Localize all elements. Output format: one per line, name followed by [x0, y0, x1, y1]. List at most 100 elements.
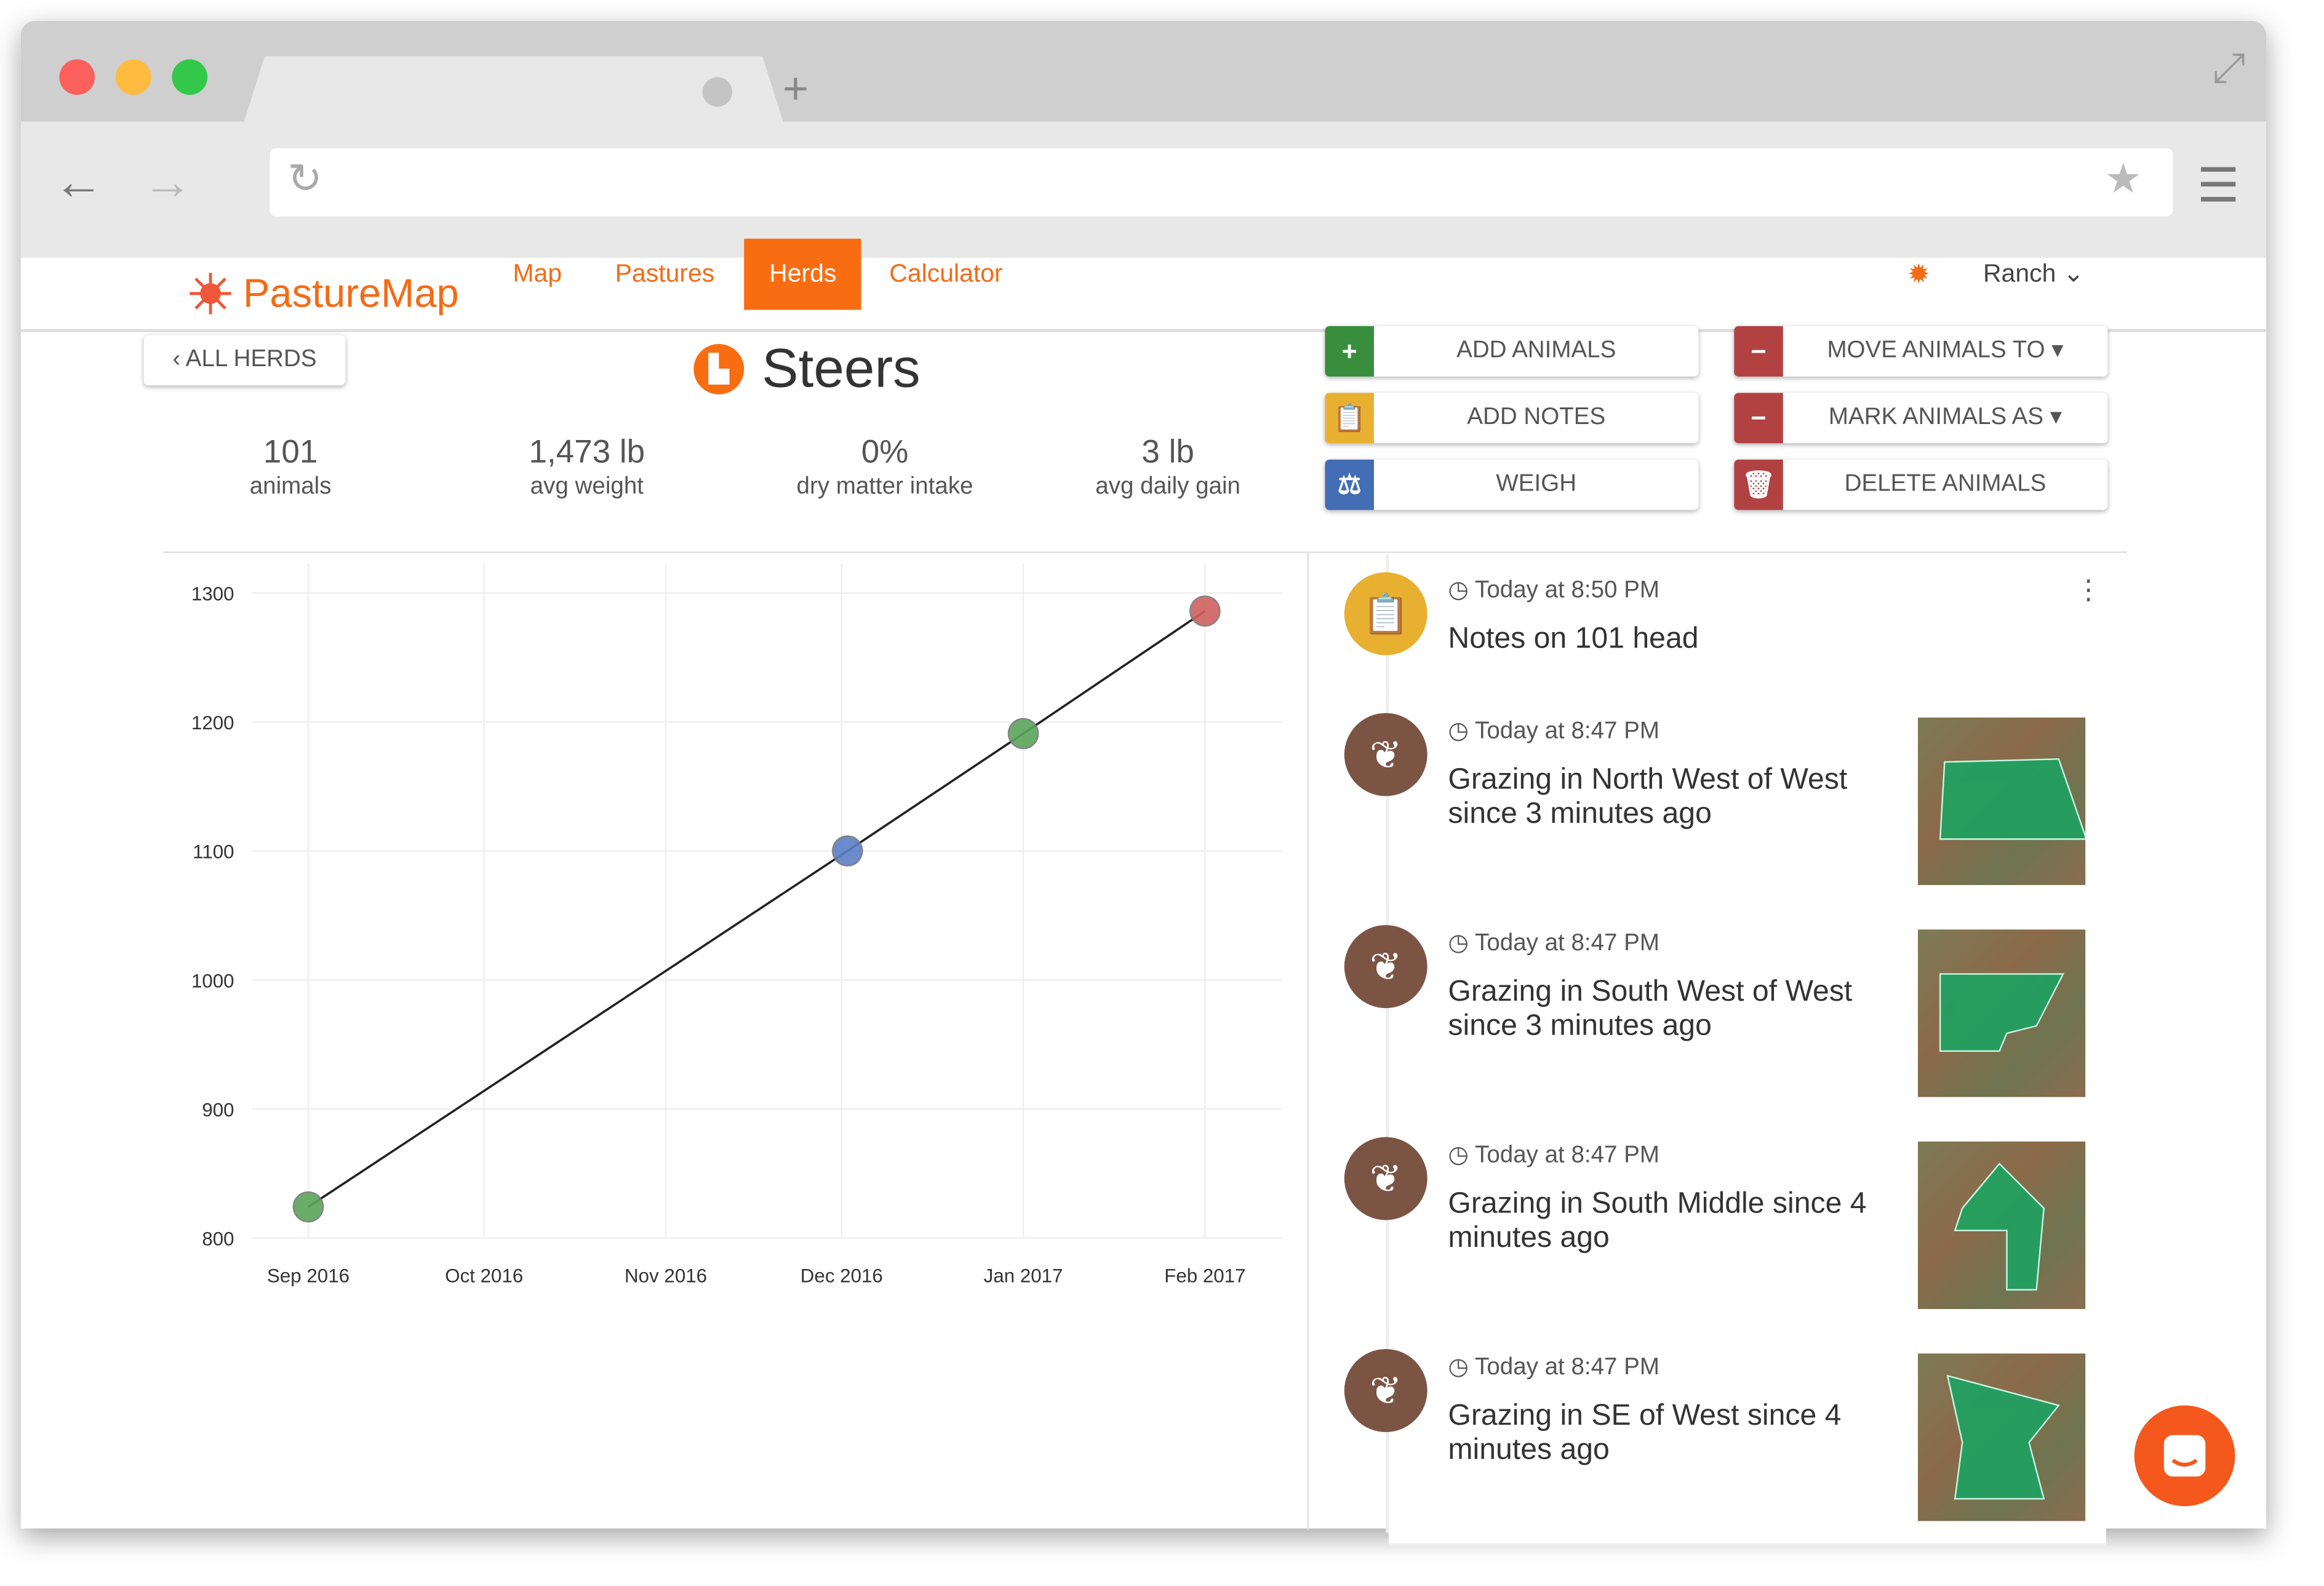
minus-icon: − [1734, 326, 1783, 377]
leaf-icon: ❦ [1344, 1349, 1428, 1432]
address-bar[interactable] [270, 148, 2173, 217]
pasture-map-thumbnail[interactable] [1917, 929, 2086, 1097]
more-options-icon[interactable]: ⋮ [2075, 575, 2101, 607]
clipboard-icon: 📋 [1325, 393, 1374, 444]
nav-pastures[interactable]: Pastures [615, 239, 715, 310]
weight-line [308, 610, 1206, 1208]
divider [1307, 551, 1309, 1530]
pasture-polygon [1954, 1163, 2045, 1291]
y-tick-label: 900 [202, 1099, 234, 1121]
new-tab-button[interactable]: + [783, 65, 809, 116]
mark-animals-as-button[interactable]: − MARK ANIMALS AS ▾ [1734, 393, 2108, 444]
stat-value: 101 [263, 433, 318, 470]
feed-description: Grazing in North West of West since 3 mi… [1448, 763, 1848, 830]
stat-avg-weight: 1,473 lb avg weight [453, 433, 721, 501]
forward-arrow-icon[interactable]: → [142, 154, 193, 212]
delete-animals-button[interactable]: 🗑 DELETE ANIMALS [1734, 459, 2108, 510]
chat-button[interactable] [2134, 1405, 2235, 1507]
button-label: WEIGH [1496, 471, 1577, 497]
ranch-dropdown[interactable]: Ranch ⌄ [1983, 239, 2084, 310]
nav-map[interactable]: Map [513, 239, 562, 310]
pasture-map-thumbnail[interactable] [1917, 1353, 2086, 1521]
close-window-button[interactable] [59, 59, 95, 95]
clock-icon: ◷ [1448, 1143, 1475, 1169]
minimize-window-button[interactable] [115, 59, 151, 95]
browser-toolbar: ← → ↻ ★ ☰ [20, 121, 2267, 258]
herd-name: Steers [762, 338, 920, 399]
stat-dmi: 0% dry matter intake [751, 433, 1018, 501]
chat-icon [2163, 1435, 2206, 1477]
page-title: ▙ Steers [693, 338, 920, 400]
button-label: ADD ANIMALS [1456, 338, 1616, 364]
divider [162, 551, 2127, 553]
x-tick-label: Sep 2016 [267, 1265, 349, 1287]
button-label: ADD NOTES [1467, 404, 1606, 430]
stat-label: animals [249, 474, 332, 500]
leaf-icon: ❦ [1344, 713, 1428, 796]
feed-description: Grazing in South Middle since 4 minutes … [1448, 1187, 1867, 1254]
trash-icon: 🗑 [1734, 459, 1783, 510]
leaf-icon: ❦ [1344, 925, 1428, 1008]
weigh-button[interactable]: ⚖ WEIGH [1325, 459, 1699, 510]
cow-icon: ▙ [693, 343, 745, 394]
feed-timestamp: ◷ Today at 8:47 PM [1448, 928, 1659, 958]
feed-description: Grazing in South West of West since 3 mi… [1448, 975, 1853, 1043]
data-point [1007, 718, 1039, 750]
brand-logo[interactable]: PastureMap [187, 270, 459, 317]
clock-icon: ◷ [1448, 578, 1475, 604]
y-tick-label: 1100 [193, 841, 234, 863]
bookmark-star-icon[interactable]: ★ [2104, 154, 2141, 203]
all-herds-button[interactable]: ‹ ALL HERDS [144, 335, 346, 385]
feed-timestamp: ◷ Today at 8:47 PM [1448, 1352, 1659, 1382]
feed-description: Grazing in SE of West since 4 minutes ag… [1448, 1399, 1842, 1467]
minus-icon: − [1734, 393, 1783, 444]
data-point [292, 1191, 324, 1223]
stat-value: 3 lb [1141, 433, 1194, 470]
pasture-map-thumbnail[interactable] [1917, 1141, 2086, 1309]
stat-adg: 3 lb avg daily gain [1034, 433, 1301, 501]
clipboard-icon: 📋 [1344, 572, 1428, 655]
nav-calculator[interactable]: Calculator [889, 239, 1002, 310]
move-animals-to-button[interactable]: − MOVE ANIMALS TO ▾ [1734, 326, 2108, 377]
tab-close-icon[interactable] [702, 77, 732, 107]
feed-timestamp: ◷ Today at 8:50 PM [1448, 575, 1659, 605]
y-tick-label: 1300 [191, 583, 234, 605]
add-animals-button[interactable]: + ADD ANIMALS [1325, 326, 1699, 377]
clock-icon: ◷ [1448, 1355, 1475, 1380]
pasture-map-thumbnail[interactable] [1917, 717, 2086, 886]
leaf-icon: ❦ [1344, 1137, 1428, 1220]
x-tick-label: Jan 2017 [984, 1265, 1063, 1287]
pasture-polygon [1946, 1374, 2060, 1500]
time-text: Today at 8:50 PM [1475, 578, 1659, 604]
feed-timestamp: ◷ Today at 8:47 PM [1448, 716, 1659, 745]
stat-label: avg weight [530, 474, 644, 500]
stat-label: avg daily gain [1095, 474, 1240, 500]
plus-icon: + [1325, 326, 1374, 377]
time-text: Today at 8:47 PM [1475, 1143, 1659, 1169]
clock-icon: ◷ [1448, 931, 1475, 956]
data-point [1189, 595, 1221, 627]
stat-value: 1,473 lb [529, 433, 645, 470]
x-tick-label: Feb 2017 [1164, 1265, 1245, 1287]
sun-logo-icon [190, 273, 231, 314]
stat-label: dry matter intake [796, 474, 973, 500]
nav-herds[interactable]: Herds [744, 238, 862, 310]
tab-bar: + ⤢ [20, 20, 2267, 125]
y-tick-label: 1000 [191, 970, 234, 991]
maximize-window-button[interactable] [172, 59, 208, 95]
stat-value: 0% [861, 433, 909, 470]
x-tick-label: Oct 2016 [445, 1265, 523, 1287]
y-tick-label: 1200 [191, 712, 234, 734]
browser-menu-icon[interactable]: ☰ [2197, 157, 2240, 214]
x-tick-label: Nov 2016 [625, 1265, 707, 1287]
back-arrow-icon[interactable]: ← [54, 154, 104, 212]
stat-animals: 101 animals [157, 433, 424, 501]
fullscreen-icon[interactable]: ⤢ [2212, 44, 2245, 93]
time-text: Today at 8:47 PM [1475, 719, 1659, 745]
feed-timestamp: ◷ Today at 8:47 PM [1448, 1140, 1659, 1169]
settings-gear-icon[interactable]: ✹ [1907, 239, 1930, 310]
weight-chart: Sep 2016 Oct 2016 Nov 2016 Dec 2016 Jan 2017… [191, 563, 1282, 1287]
time-text: Today at 8:47 PM [1475, 1355, 1659, 1380]
add-notes-button[interactable]: 📋 ADD NOTES [1325, 393, 1699, 444]
reload-icon[interactable]: ↻ [287, 154, 322, 203]
